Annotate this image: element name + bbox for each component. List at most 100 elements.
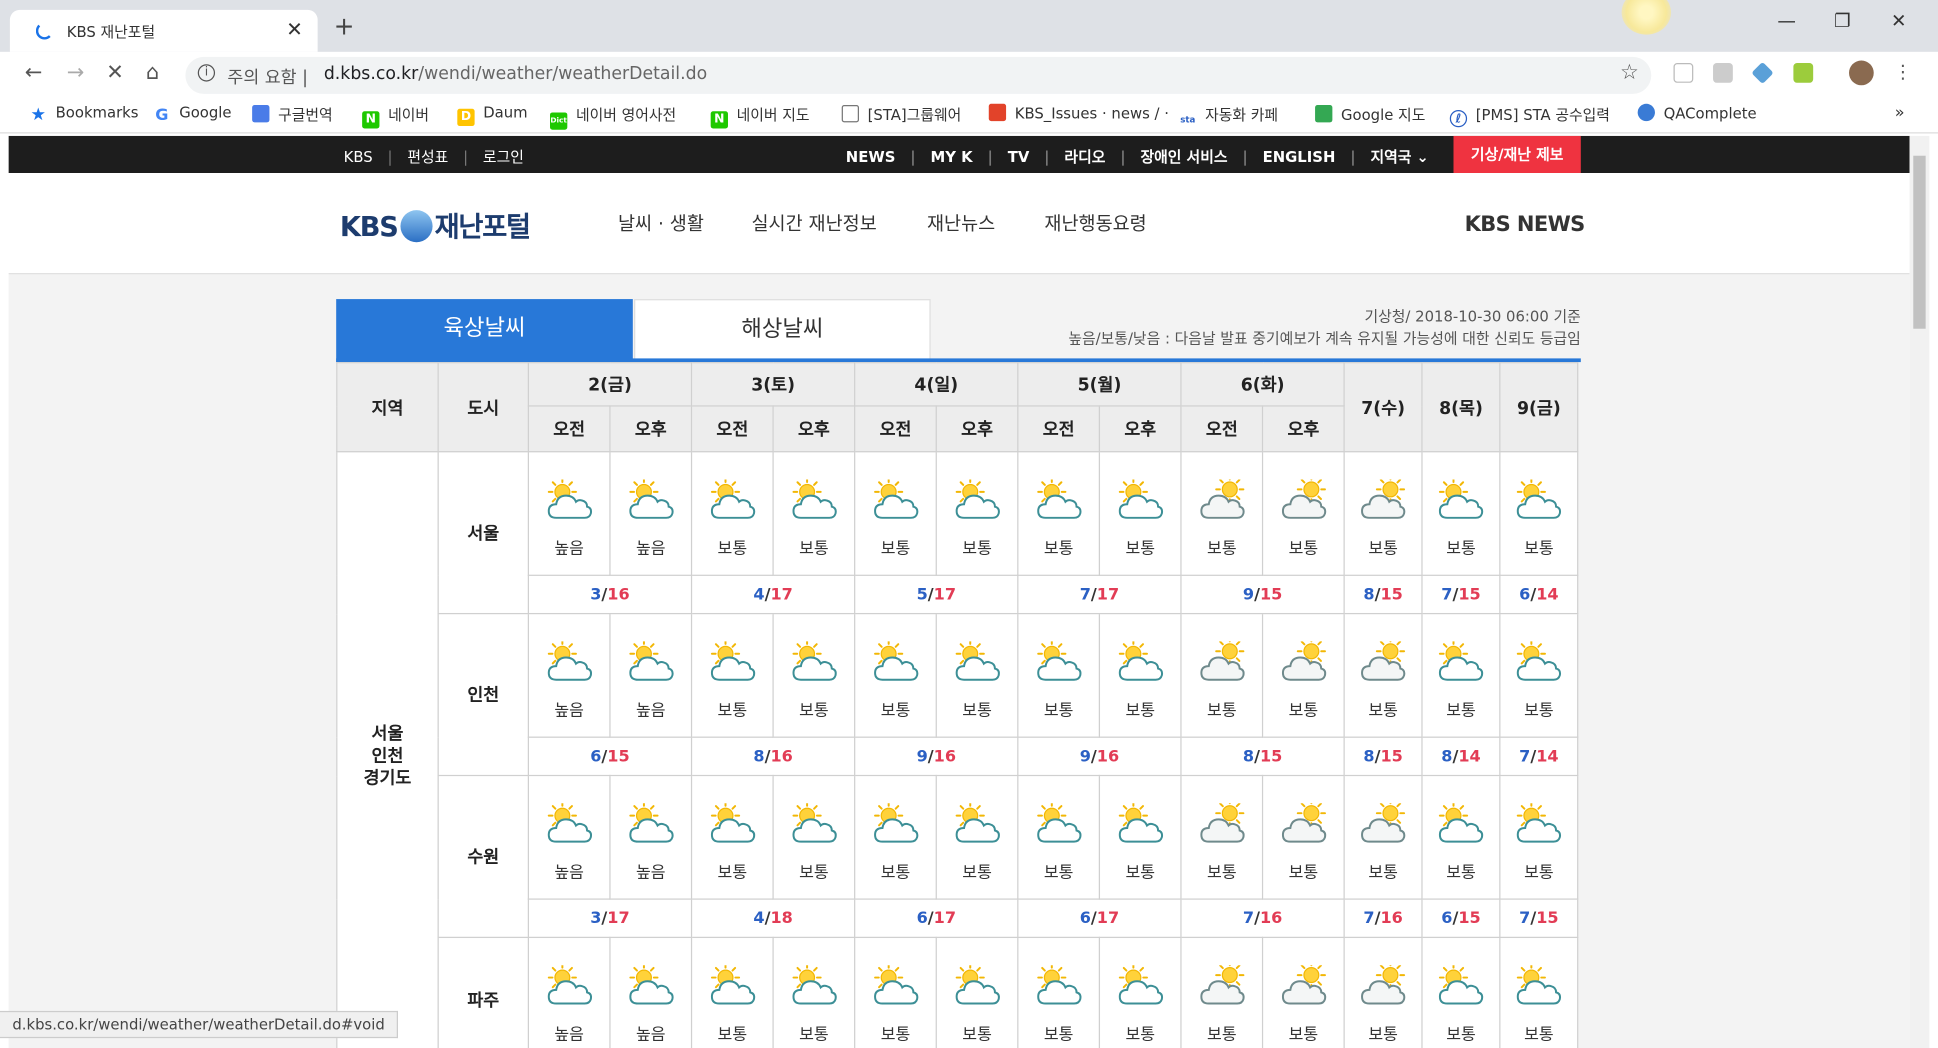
temp-low: 7 bbox=[1519, 747, 1531, 766]
reliability-label: 보통 bbox=[1207, 1025, 1237, 1044]
bookmark-item[interactable]: N 네이버 bbox=[362, 104, 429, 129]
gnb-link-accessibility[interactable]: 장애인 서비스 bbox=[1140, 148, 1227, 165]
logo-kbs: KBS bbox=[339, 212, 399, 244]
gnb-link-radio[interactable]: 라디오 bbox=[1064, 148, 1105, 165]
temp-high: 15 bbox=[1458, 908, 1481, 928]
gnb-link-news[interactable]: NEWS bbox=[846, 148, 896, 165]
info-icon[interactable]: i bbox=[197, 64, 216, 82]
bookmark-item[interactable]: D Daum bbox=[457, 104, 528, 127]
close-tab-icon[interactable]: ✕ bbox=[286, 17, 303, 40]
bookmark-label: KBS_Issues · news / · bbox=[1014, 105, 1169, 123]
cloudy-sun-icon bbox=[1199, 640, 1245, 681]
kbs-news-logo[interactable]: KBS NEWS bbox=[1465, 213, 1586, 238]
bookmark-item[interactable]: Dict 네이버 영어사전 bbox=[550, 104, 676, 130]
divider: | bbox=[987, 148, 993, 166]
city-cell[interactable]: 파주 bbox=[437, 936, 529, 1048]
gnb-link-schedule[interactable]: 편성표 bbox=[407, 148, 448, 165]
scrollbar-thumb[interactable] bbox=[1913, 155, 1926, 329]
bookmark-item[interactable]: G Google bbox=[153, 104, 231, 125]
city-cell[interactable]: 인천 bbox=[437, 612, 529, 777]
bookmarks-more-icon[interactable]: » bbox=[1895, 104, 1905, 123]
source-note: 기상청/ 2018-10-30 06:00 기준 bbox=[1364, 307, 1581, 326]
menu-icon[interactable]: ⋮ bbox=[1894, 61, 1913, 83]
forecast-cell: 보통 bbox=[1499, 612, 1579, 738]
partly-cloudy-icon bbox=[1118, 640, 1163, 681]
forward-icon[interactable]: → bbox=[67, 61, 85, 86]
forecast-cell: 보통 bbox=[772, 936, 856, 1048]
address-bar[interactable]: i 주의 요함 | d.kbs.co.kr/wendi/weather/weat… bbox=[185, 56, 1652, 94]
reliability-label: 보통 bbox=[1207, 863, 1237, 882]
bookmark-item[interactable]: KBS_Issues · news / · bbox=[988, 103, 1169, 123]
temp-cell: 6/17 bbox=[1017, 898, 1182, 939]
security-warning: 주의 요함 | bbox=[227, 67, 308, 88]
temp-cell: 8/15 bbox=[1180, 736, 1345, 777]
bookmark-item[interactable]: 구글번역 bbox=[252, 104, 333, 125]
bookmark-star-icon[interactable]: ☆ bbox=[1620, 61, 1639, 86]
temp-cell: 3/17 bbox=[527, 898, 693, 939]
reliability-label: 보통 bbox=[1043, 539, 1074, 558]
reliability-label: 보통 bbox=[962, 701, 992, 720]
minimize-icon[interactable]: — bbox=[1777, 10, 1796, 32]
gnb-link-myk[interactable]: MY K bbox=[930, 148, 972, 165]
partly-cloudy-icon bbox=[1118, 964, 1163, 1004]
close-window-icon[interactable]: ✕ bbox=[1891, 10, 1907, 32]
temp-low: 9 bbox=[1242, 585, 1255, 604]
bookmark-item[interactable]: ℓ [PMS] STA 공수입력 bbox=[1449, 104, 1610, 128]
header-pm: 오후 bbox=[609, 405, 693, 453]
site-header: KBS 재난포털 날씨 · 생활 실시간 재난정보 재난뉴스 재난행동요령 KBS… bbox=[8, 173, 1910, 275]
tab-land-weather[interactable]: 육상날씨 bbox=[336, 299, 633, 363]
menu-realtime[interactable]: 실시간 재난정보 bbox=[751, 210, 876, 236]
tab-sea-weather[interactable]: 해상날씨 bbox=[634, 299, 931, 363]
temp-cell: 7/16 bbox=[1343, 898, 1423, 939]
reliability-label: 보통 bbox=[1524, 539, 1554, 558]
cloudy-sun-icon bbox=[1199, 478, 1245, 519]
gnb-link-tv[interactable]: TV bbox=[1008, 148, 1030, 165]
reliability-label: 보통 bbox=[1125, 1025, 1156, 1044]
extension-icon[interactable] bbox=[1673, 63, 1694, 83]
browser-tab[interactable]: KBS 재난포털 ✕ bbox=[9, 9, 318, 52]
avatar[interactable] bbox=[1849, 60, 1874, 86]
reliability-label: 높음 bbox=[635, 863, 666, 882]
bookmark-item[interactable]: [STA]그룹웨어 bbox=[841, 104, 961, 125]
bookmark-item[interactable]: QAComplete bbox=[1637, 103, 1757, 122]
gnb-link-regional[interactable]: 지역국 bbox=[1370, 148, 1411, 165]
forecast-cell: 보통 bbox=[935, 936, 1019, 1048]
restore-icon[interactable]: ❐ bbox=[1834, 10, 1851, 32]
scrollbar[interactable] bbox=[1909, 135, 1930, 1048]
city-cell[interactable]: 수원 bbox=[437, 774, 529, 939]
extension-icon[interactable] bbox=[1793, 63, 1814, 83]
site-logo[interactable]: KBS 재난포털 bbox=[339, 205, 531, 245]
home-icon[interactable]: ⌂ bbox=[146, 61, 159, 86]
partly-cloudy-icon bbox=[873, 478, 918, 519]
report-button[interactable]: 기상/재난 제보 bbox=[1453, 135, 1581, 174]
reliability-label: 보통 bbox=[1043, 701, 1074, 720]
forecast-row: 수원 높음 높음 보통 보통 보통 보통 보통 보통 보통 보통 보통 보통 보통 bbox=[337, 774, 1579, 939]
gnb-link-kbs[interactable]: KBS bbox=[344, 148, 373, 165]
bookmark-item[interactable]: sta 자동화 카페 bbox=[1179, 104, 1278, 129]
gnb-link-login[interactable]: 로그인 bbox=[483, 148, 524, 165]
menu-news[interactable]: 재난뉴스 bbox=[927, 210, 995, 236]
divider: | bbox=[387, 148, 393, 166]
menu-guide[interactable]: 재난행동요령 bbox=[1044, 210, 1146, 236]
new-tab-icon[interactable]: + bbox=[334, 11, 355, 41]
temp-high: 16 bbox=[1380, 908, 1403, 928]
bookmark-item[interactable]: Google 지도 bbox=[1315, 104, 1425, 125]
forecast-cell: 보통 bbox=[1343, 774, 1423, 900]
extension-icon[interactable] bbox=[1751, 61, 1774, 85]
bookmark-item[interactable]: ★ Bookmarks bbox=[30, 104, 139, 124]
forecast-row: 파주 높음 높음 보통 보통 보통 보통 보통 보통 보통 보통 보통 보통 보통 bbox=[337, 936, 1579, 1048]
forecast-cell: 보통 bbox=[1499, 936, 1579, 1048]
city-cell[interactable]: 서울 bbox=[437, 451, 529, 615]
gnb-link-english[interactable]: ENGLISH bbox=[1263, 148, 1336, 165]
header-day: 2(금) bbox=[527, 362, 693, 407]
back-icon[interactable]: ← bbox=[25, 61, 43, 86]
menu-weather[interactable]: 날씨 · 생활 bbox=[618, 210, 704, 236]
stop-icon[interactable]: ✕ bbox=[106, 61, 124, 86]
extension-icon[interactable] bbox=[1713, 63, 1733, 83]
chevron-down-icon[interactable]: ⌄ bbox=[1416, 148, 1428, 165]
temp-cell: 3/16 bbox=[527, 574, 693, 615]
temp-low: 4 bbox=[753, 908, 765, 928]
reliability-label: 보통 bbox=[799, 863, 829, 882]
gnb-right: NEWS | MY K | TV | 라디오 | 장애인 서비스 | ENGLISH | 지역국 ⌄ bbox=[838, 146, 1436, 167]
bookmark-item[interactable]: N 네이버 지도 bbox=[710, 104, 810, 129]
